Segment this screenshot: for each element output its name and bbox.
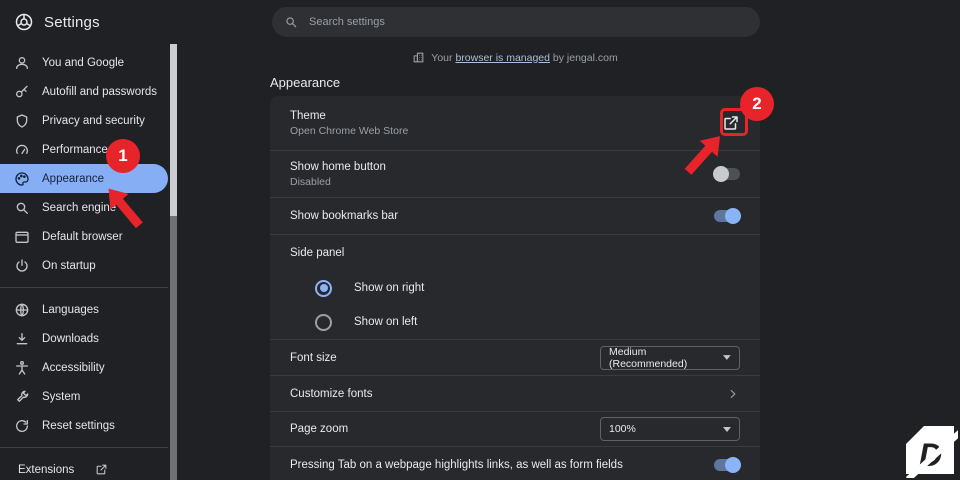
- sidebar: You and Google Autofill and passwords Pr…: [0, 44, 168, 480]
- top-bar: Settings: [0, 0, 960, 44]
- page-zoom-select[interactable]: 100%: [600, 417, 740, 441]
- radio-selected-icon[interactable]: [315, 279, 332, 297]
- main-content: Your browser is managed by jengal.com Ap…: [178, 44, 960, 480]
- sidebar-item-label: Downloads: [42, 332, 99, 345]
- sidebar-item-reset-settings[interactable]: Reset settings: [0, 411, 168, 440]
- radio-label: Show on left: [354, 316, 418, 328]
- font-size-select[interactable]: Medium (Recommended): [600, 345, 740, 370]
- search-input[interactable]: [307, 15, 748, 29]
- sidebar-item-on-startup[interactable]: On startup: [0, 251, 168, 280]
- shield-icon: [14, 113, 30, 129]
- watermark-logo: D: [902, 422, 960, 480]
- customize-fonts-label: Customize fonts: [290, 387, 373, 400]
- sidebar-item-label: Performance: [42, 143, 108, 156]
- theme-row[interactable]: Theme Open Chrome Web Store: [270, 96, 760, 150]
- caret-down-icon: [723, 355, 731, 360]
- side-panel-option-left[interactable]: Show on left: [270, 305, 760, 339]
- sidebar-item-label: You and Google: [42, 56, 125, 69]
- customize-fonts-row[interactable]: Customize fonts: [270, 376, 760, 411]
- vertical-scrollbar[interactable]: [170, 44, 177, 480]
- sidebar-item-extensions[interactable]: Extensions: [0, 455, 168, 480]
- sidebar-item-label: Appearance: [42, 172, 105, 185]
- scrollbar-thumb[interactable]: [170, 44, 177, 216]
- chrome-logo-icon: [14, 12, 34, 32]
- page-zoom-row: Page zoom 100%: [270, 412, 760, 446]
- theme-label: Theme: [290, 109, 326, 122]
- download-icon: [14, 331, 30, 347]
- show-bookmarks-bar-toggle[interactable]: [714, 208, 741, 224]
- font-size-row: Font size Medium (Recommended): [270, 340, 760, 375]
- section-heading: Appearance: [270, 75, 341, 90]
- radio-unselected-icon[interactable]: [315, 313, 332, 331]
- tab-highlight-row: Pressing Tab on a webpage highlights lin…: [270, 447, 760, 480]
- show-bookmarks-bar-row: Show bookmarks bar: [270, 198, 760, 234]
- sidebar-item-privacy[interactable]: Privacy and security: [0, 106, 168, 135]
- accessibility-icon: [14, 360, 30, 376]
- managed-notice: Your browser is managed by jengal.com: [270, 51, 760, 64]
- sidebar-item-label: Privacy and security: [42, 114, 145, 127]
- sidebar-item-label: Extensions: [18, 463, 75, 476]
- theme-labels: Theme Open Chrome Web Store: [290, 110, 408, 137]
- tab-highlight-label: Pressing Tab on a webpage highlights lin…: [290, 458, 623, 471]
- sidebar-item-downloads[interactable]: Downloads: [0, 324, 168, 353]
- side-panel-label: Side panel: [290, 247, 345, 259]
- caret-down-icon: [723, 426, 731, 432]
- speedometer-icon: [14, 142, 30, 158]
- search-icon: [14, 200, 30, 216]
- step-2-badge: 2: [740, 87, 774, 121]
- page-zoom-label: Page zoom: [290, 423, 349, 435]
- person-icon: [14, 55, 30, 71]
- sidebar-item-languages[interactable]: Languages: [0, 295, 168, 324]
- sidebar-item-system[interactable]: System: [0, 382, 168, 411]
- power-icon: [14, 258, 30, 274]
- sidebar-item-label: Autofill and passwords: [42, 85, 158, 98]
- home-button-labels: Show home button Disabled: [290, 161, 386, 188]
- sidebar-divider: [0, 287, 168, 288]
- home-button-sublabel: Disabled: [290, 175, 331, 188]
- sidebar-divider: [0, 447, 168, 448]
- sidebar-item-label: Accessibility: [42, 361, 105, 374]
- search-icon: [284, 15, 298, 29]
- globe-icon: [14, 302, 30, 318]
- theme-sublabel: Open Chrome Web Store: [290, 124, 409, 137]
- building-icon: [412, 51, 425, 64]
- reset-icon: [14, 418, 30, 434]
- page-zoom-value: 100%: [609, 423, 636, 435]
- show-home-button-toggle[interactable]: [713, 166, 740, 182]
- external-link-icon: [95, 463, 108, 476]
- sidebar-item-accessibility[interactable]: Accessibility: [0, 353, 168, 382]
- sidebar-item-autofill[interactable]: Autofill and passwords: [0, 77, 168, 106]
- sidebar-item-you-and-google[interactable]: You and Google: [0, 48, 168, 77]
- radio-label: Show on right: [354, 282, 425, 294]
- settings-search-box[interactable]: [272, 7, 760, 37]
- palette-icon: [14, 171, 30, 187]
- key-icon: [14, 84, 30, 100]
- wrench-icon: [14, 389, 30, 405]
- chrome-settings-window: Settings You and Google Autof: [0, 0, 960, 480]
- sidebar-item-appearance[interactable]: Appearance: [0, 164, 168, 193]
- managed-link[interactable]: browser is managed: [455, 52, 550, 64]
- sidebar-item-label: Languages: [42, 303, 99, 316]
- managed-prefix: Your: [431, 51, 453, 64]
- home-button-label: Show home button: [290, 160, 386, 173]
- sidebar-item-label: Default browser: [42, 230, 123, 243]
- font-size-value: Medium (Recommended): [609, 345, 688, 370]
- sidebar-item-label: System: [42, 390, 81, 403]
- managed-suffix: by jengal.com: [552, 51, 618, 64]
- sidebar-item-performance[interactable]: Performance: [0, 135, 168, 164]
- font-size-label: Font size: [290, 351, 337, 364]
- page-title: Settings: [44, 13, 100, 31]
- chevron-right-icon: [726, 387, 740, 401]
- tab-highlight-toggle[interactable]: [714, 456, 741, 473]
- sidebar-item-label: Reset settings: [42, 419, 115, 432]
- side-panel-row: Side panel: [270, 235, 760, 271]
- sidebar-item-default-browser[interactable]: Default browser: [0, 222, 168, 251]
- step-1-badge: 1: [106, 139, 140, 173]
- sidebar-item-label: On startup: [42, 259, 96, 272]
- bookmarks-bar-label: Show bookmarks bar: [290, 210, 399, 222]
- side-panel-option-right[interactable]: Show on right: [270, 271, 760, 305]
- browser-icon: [14, 229, 30, 245]
